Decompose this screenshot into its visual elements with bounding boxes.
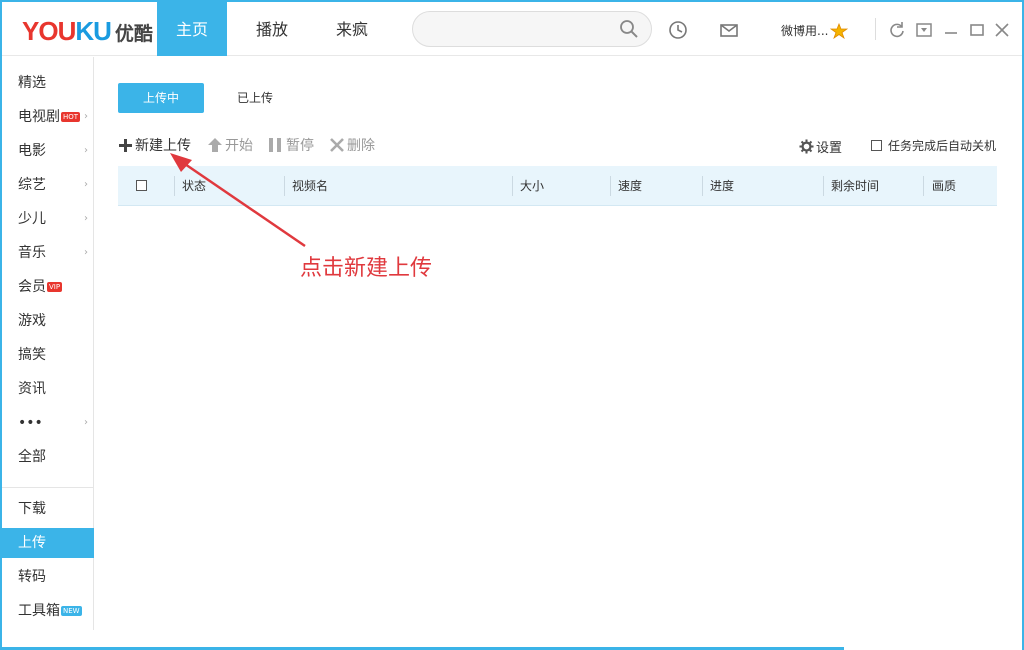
annotation-text: 点击新建上传 xyxy=(300,256,433,281)
annotation-arrow xyxy=(170,153,306,248)
